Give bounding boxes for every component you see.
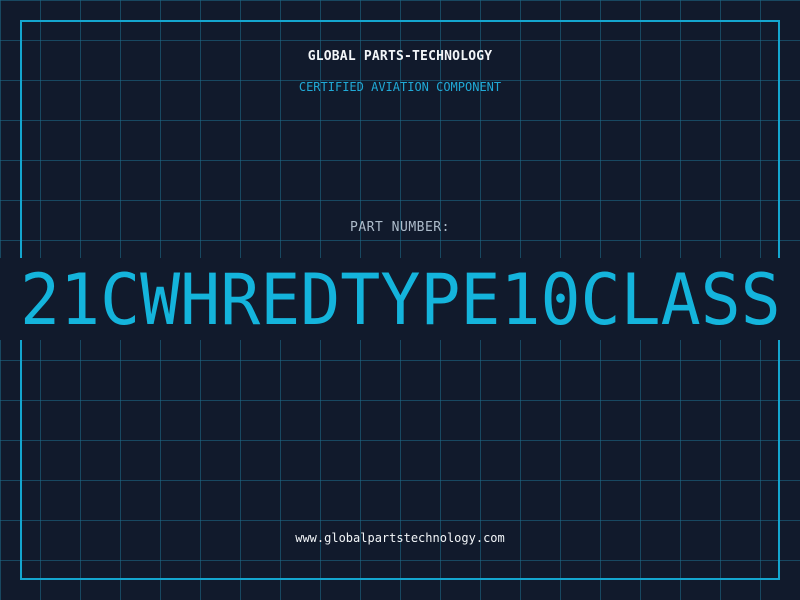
part-number-label: PART NUMBER: (350, 220, 450, 235)
certification-subtitle: CERTIFIED AVIATION COMPONENT (298, 80, 502, 94)
website-url: www.globalpartstechnology.com (295, 531, 505, 545)
part-number-value: 21CWHREDTYPE10CLASS (19, 262, 781, 338)
company-name: GLOBAL PARTS-TECHNOLOGY (307, 49, 493, 64)
part-number-display: 21CWHREDTYPE10CLASS (0, 262, 800, 338)
part-card: GLOBAL PARTS-TECHNOLOGY CERTIFIED AVIATI… (0, 0, 800, 600)
